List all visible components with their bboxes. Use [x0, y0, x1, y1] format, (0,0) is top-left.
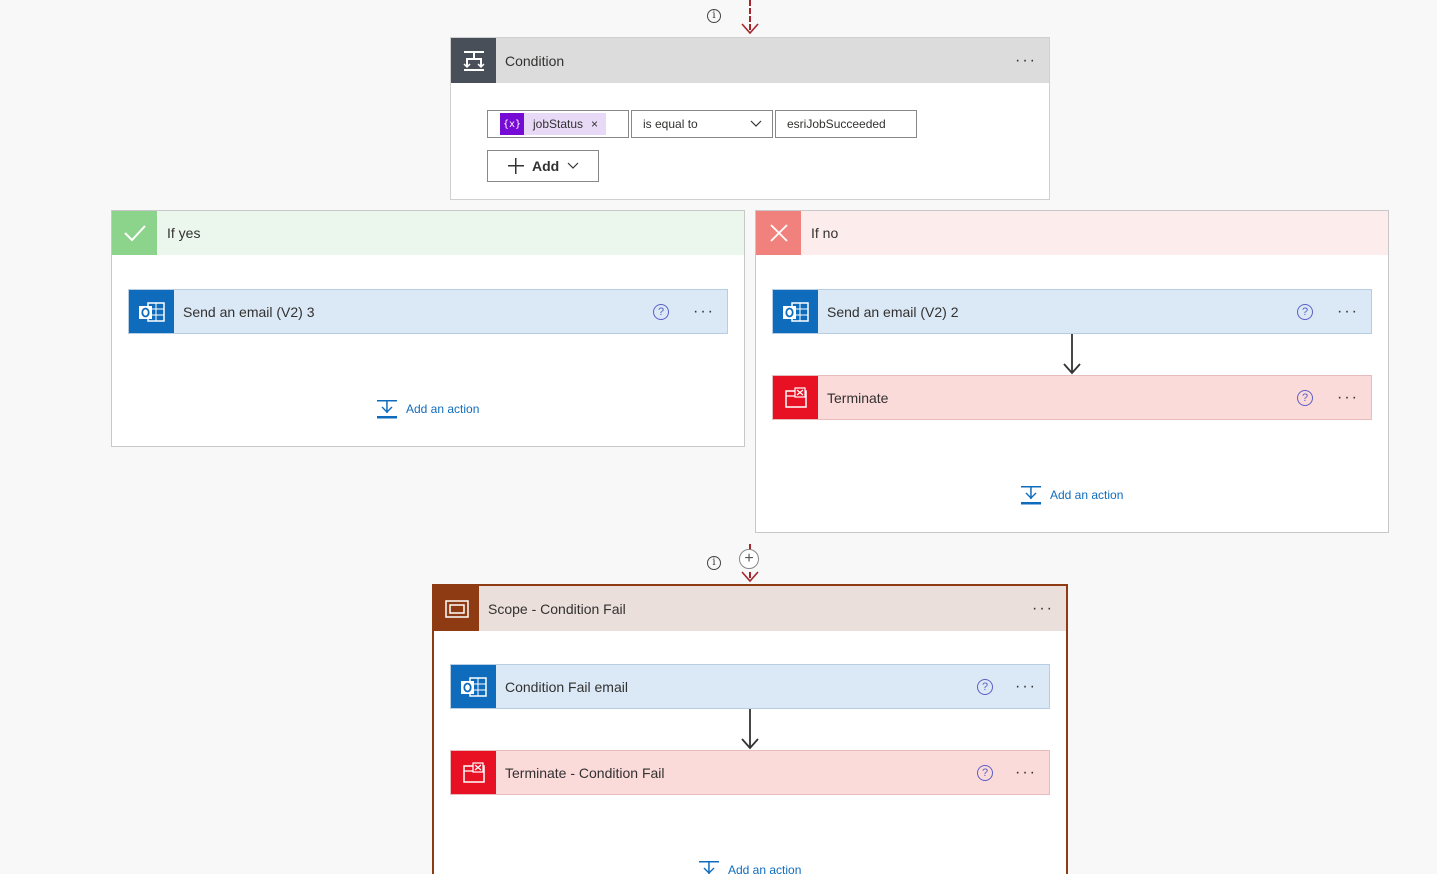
help-icon[interactable]: ?	[653, 303, 669, 320]
help-icon[interactable]: ?	[1297, 389, 1313, 406]
terminate-condition-fail-action[interactable]: Terminate - Condition Fail ? ···	[450, 750, 1050, 795]
action-title: Terminate - Condition Fail	[505, 764, 665, 781]
add-action-icon	[1021, 486, 1041, 505]
outlook-icon	[773, 290, 818, 333]
send-email-v2-3-action[interactable]: Send an email (V2) 3 ? ···	[128, 289, 728, 334]
scope-header[interactable]: Scope - Condition Fail ···	[434, 586, 1066, 631]
operator-value: is equal to	[643, 117, 698, 131]
scope-condition-fail: Scope - Condition Fail ··· Condition Fai…	[432, 584, 1068, 874]
more-options-icon[interactable]: ···	[693, 303, 715, 320]
jobstatus-token[interactable]: {x} jobStatus ×	[500, 113, 607, 135]
more-options-icon[interactable]: ···	[1337, 389, 1359, 406]
condition-right-operand[interactable]: esriJobSucceeded	[775, 110, 917, 138]
help-icon[interactable]: ?	[977, 678, 993, 695]
terminate-action[interactable]: Terminate ? ···	[772, 375, 1372, 420]
operand-value: esriJobSucceeded	[787, 117, 886, 131]
if-no-title: If no	[811, 225, 839, 241]
add-action-label: Add an action	[406, 402, 480, 416]
variable-icon: {x}	[500, 113, 524, 135]
add-an-action-link[interactable]: Add an action	[376, 399, 479, 419]
more-options-icon[interactable]: ···	[1337, 303, 1359, 320]
info-icon[interactable]: i	[707, 9, 721, 23]
condition-header[interactable]: Condition ···	[451, 38, 1049, 83]
condition-title: Condition	[505, 52, 565, 69]
if-yes-branch: If yes Send an email (V2) 3 ? ··· Add an…	[111, 210, 745, 447]
action-title: Condition Fail email	[505, 678, 628, 695]
more-options-icon[interactable]: ···	[1032, 600, 1054, 617]
remove-token-icon[interactable]: ×	[591, 117, 598, 131]
arrow-down-icon	[1063, 334, 1081, 375]
if-no-header[interactable]: If no	[756, 211, 1388, 255]
add-action-icon	[699, 861, 719, 874]
action-title: Send an email (V2) 3	[183, 303, 315, 320]
check-icon	[112, 211, 157, 255]
condition-card: Condition ··· {x} jobStatus × is equal t…	[450, 37, 1050, 200]
more-options-icon[interactable]: ···	[1015, 678, 1037, 695]
help-icon[interactable]: ?	[1297, 303, 1313, 320]
outlook-icon	[129, 290, 174, 333]
chevron-down-icon	[567, 162, 579, 169]
condition-icon	[451, 38, 496, 83]
if-no-branch: If no Send an email (V2) 2 ? ··· Termina…	[755, 210, 1389, 533]
add-action-icon	[377, 400, 397, 419]
more-options-icon[interactable]: ···	[1015, 764, 1037, 781]
action-title: Terminate	[827, 389, 889, 406]
scope-title: Scope - Condition Fail	[488, 600, 626, 617]
add-label: Add	[532, 158, 560, 174]
send-email-v2-2-action[interactable]: Send an email (V2) 2 ? ···	[772, 289, 1372, 334]
add-an-action-link[interactable]: Add an action	[1020, 485, 1123, 505]
scope-icon	[434, 586, 479, 631]
arrow-down-icon	[741, 571, 759, 583]
help-icon[interactable]: ?	[977, 764, 993, 781]
add-action-label: Add an action	[728, 863, 802, 874]
add-action-label: Add an action	[1050, 488, 1124, 502]
token-label: jobStatus	[533, 117, 584, 131]
condition-left-operand[interactable]: {x} jobStatus ×	[487, 110, 629, 138]
if-yes-title: If yes	[167, 225, 201, 241]
arrow-down-icon	[741, 23, 759, 35]
operator-select[interactable]: is equal to	[631, 110, 773, 138]
terminate-icon	[773, 376, 818, 419]
plus-icon	[508, 158, 524, 174]
action-title: Send an email (V2) 2	[827, 303, 959, 320]
arrow-down-icon	[741, 709, 759, 750]
if-yes-header[interactable]: If yes	[112, 211, 744, 255]
chevron-down-icon	[750, 120, 762, 127]
add-button[interactable]: Add	[487, 150, 599, 182]
condition-fail-email-action[interactable]: Condition Fail email ? ···	[450, 664, 1050, 709]
add-an-action-link[interactable]: Add an action	[698, 860, 801, 874]
terminate-icon	[451, 751, 496, 794]
outlook-icon	[451, 665, 496, 708]
more-options-icon[interactable]: ···	[1015, 52, 1037, 69]
insert-step-plus-icon[interactable]: +	[739, 549, 759, 569]
info-icon[interactable]: i	[707, 556, 721, 570]
cross-icon	[756, 211, 801, 255]
